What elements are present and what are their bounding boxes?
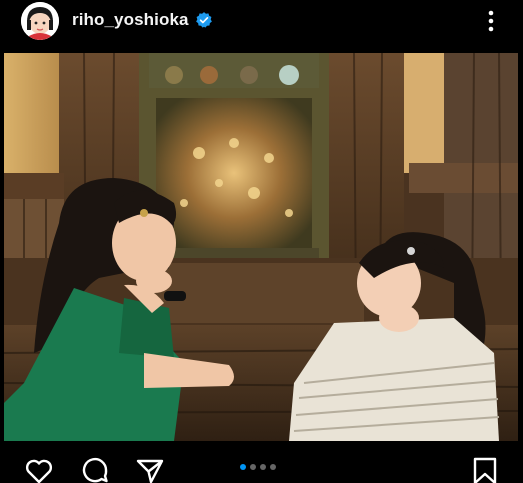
comment-bubble-icon[interactable]	[80, 456, 110, 483]
post-header: riho_yoshioka	[0, 0, 523, 48]
avatar-illustration	[21, 2, 59, 40]
photo-illustration	[4, 53, 518, 441]
instagram-post: riho_yoshioka	[0, 0, 523, 483]
bookmark-icon[interactable]	[470, 456, 500, 483]
heart-icon[interactable]	[24, 456, 54, 483]
paper-plane-icon[interactable]	[135, 456, 165, 483]
carousel-dot-2	[250, 464, 256, 470]
carousel-dot-4	[270, 464, 276, 470]
carousel-indicator	[240, 464, 276, 470]
verified-badge-icon	[195, 12, 212, 28]
more-options-icon[interactable]	[480, 8, 502, 34]
carousel-dot-1	[240, 464, 246, 470]
carousel-dot-3	[260, 464, 266, 470]
post-image[interactable]	[4, 53, 518, 441]
avatar[interactable]	[21, 2, 59, 40]
username[interactable]: riho_yoshioka	[72, 10, 189, 30]
username-row: riho_yoshioka	[72, 10, 213, 30]
